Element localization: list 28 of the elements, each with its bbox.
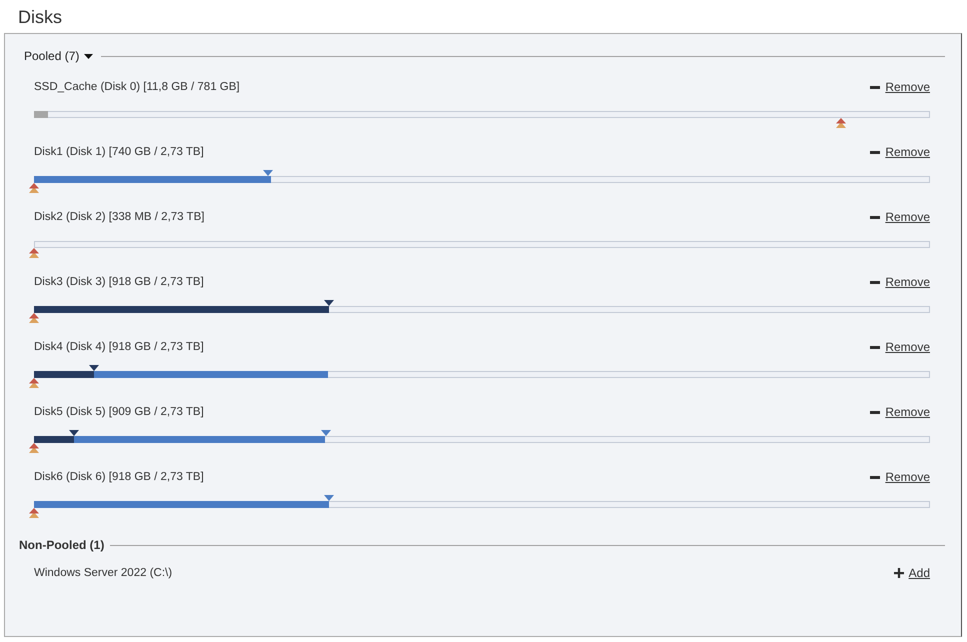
group-heading: Non-Pooled (1) [19,537,104,554]
disk-label: SSD_Cache (Disk 0) [11,8 GB / 781 GB] [34,80,240,95]
caret-icon [84,52,94,60]
add-link[interactable]: Add [894,564,930,582]
disk-label: Disk2 (Disk 2) [338 MB / 2,73 TB] [34,210,204,225]
remove-link[interactable]: Remove [870,468,930,486]
group-dropdown[interactable]: Pooled (7) [19,47,94,65]
page-title: Disks [18,6,62,28]
remove-link[interactable]: Remove [870,403,930,421]
disk-label: Disk3 (Disk 3) [918 GB / 2,73 TB] [34,275,204,290]
disk-label: Disk4 (Disk 4) [918 GB / 2,73 TB] [34,340,204,355]
plus-icon [894,568,904,578]
minus-icon [870,476,880,478]
disk-label: Disk5 (Disk 5) [909 GB / 2,73 TB] [34,405,204,420]
disk-label: Disk1 (Disk 1) [740 GB / 2,73 TB] [34,145,204,160]
minus-icon [870,150,880,154]
minus-icon [870,216,880,218]
disk-label: Windows Server 2022 (C:\) [34,566,172,581]
remove-link[interactable]: Remove [870,143,930,161]
remove-link[interactable]: Remove [870,338,930,356]
minus-icon [870,280,880,284]
remove-link[interactable]: Remove [870,78,930,96]
disk-label: Disk6 (Disk 6) [918 GB / 2,73 TB] [34,470,204,485]
minus-icon [870,86,880,88]
minus-icon [870,410,880,414]
minus-icon [870,346,880,348]
remove-link[interactable]: Remove [870,208,930,226]
remove-link[interactable]: Remove [870,273,930,291]
